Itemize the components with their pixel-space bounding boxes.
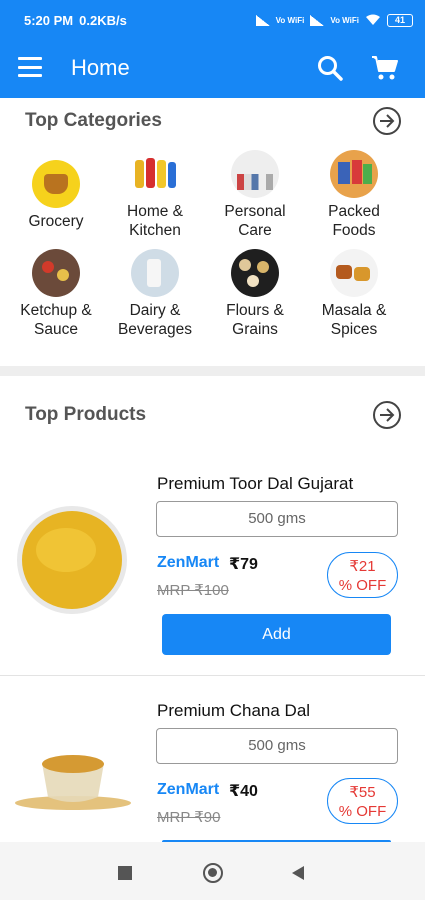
status-bar: 5:20 PM 0.2KB/s Vo WiFi Vo WiFi 41 [0, 0, 425, 40]
personal-care-image [231, 150, 279, 198]
chana-dal-image [15, 755, 131, 810]
status-icons: Vo WiFi Vo WiFi 41 [255, 13, 413, 27]
discount-badge: ₹21 % OFF [327, 552, 398, 598]
category-label: Ketchup & Sauce [20, 302, 92, 338]
packed-foods-image [330, 150, 378, 198]
add-to-cart-button[interactable]: Add [162, 614, 391, 655]
category-label: Dairy & Beverages [117, 302, 193, 338]
category-dairy-beverages[interactable]: Dairy & Beverages [105, 249, 205, 339]
product-mrp: MRP ₹90 [157, 809, 221, 826]
grocery-image [32, 160, 80, 208]
discount-badge: ₹55 % OFF [327, 778, 398, 824]
toor-dal-image [17, 506, 127, 614]
discount-amount: ₹55 [349, 784, 376, 801]
ketchup-sauce-image [32, 249, 80, 297]
category-label: Personal Care [224, 203, 286, 239]
top-products-more-button[interactable] [373, 401, 401, 429]
signal-icon-2 [310, 14, 325, 26]
cart-icon[interactable] [371, 55, 399, 81]
category-packed-foods[interactable]: Packed Foods [304, 150, 404, 240]
category-masala-spices[interactable]: Masala & Spices [304, 249, 404, 339]
product-brand: ZenMart [157, 781, 220, 798]
category-label: Masala & Spices [321, 302, 387, 338]
menu-icon[interactable] [18, 57, 42, 77]
top-products-title: Top Products [25, 404, 147, 425]
app-bar: Home [0, 40, 425, 98]
page-title: Home [71, 55, 130, 80]
dairy-beverages-image [131, 249, 179, 297]
home-icon[interactable] [203, 863, 223, 883]
masala-spices-image [330, 249, 378, 297]
battery-icon: 41 [387, 13, 413, 27]
variant-select[interactable]: 500 gms [156, 501, 398, 537]
arrow-right-icon [380, 408, 395, 422]
wifi-icon [366, 14, 380, 25]
category-label: Home & Kitchen [127, 203, 183, 239]
product-mrp: MRP ₹100 [157, 582, 229, 599]
variant-select[interactable]: 500 gms [156, 728, 398, 764]
category-personal-care[interactable]: Personal Care [205, 150, 305, 240]
category-label: Packed Foods [328, 203, 380, 239]
product-name: Premium Toor Dal Gujarat [157, 474, 354, 493]
category-ketchup-sauce[interactable]: Ketchup & Sauce [6, 249, 106, 339]
category-flours-grains[interactable]: Flours & Grains [205, 249, 305, 339]
product-brand: ZenMart [157, 554, 220, 571]
arrow-right-icon [380, 114, 395, 128]
product-name: Premium Chana Dal [157, 701, 311, 720]
category-label: Grocery [28, 213, 84, 230]
category-grocery[interactable]: Grocery [6, 160, 106, 231]
search-icon[interactable] [317, 55, 343, 81]
top-categories-title: Top Categories [25, 110, 162, 131]
signal-icon [255, 14, 270, 26]
discount-label: % OFF [338, 803, 387, 820]
volte-label-2: Vo WiFi [330, 15, 359, 25]
discount-amount: ₹21 [349, 558, 376, 575]
system-nav-bar [0, 842, 425, 900]
category-home-kitchen[interactable]: Home & Kitchen [105, 150, 205, 240]
product-price: ₹79 [229, 556, 258, 573]
status-time: 5:20 PM [24, 12, 74, 28]
volte-label-1: Vo WiFi [275, 15, 305, 25]
category-label: Flours & Grains [226, 302, 284, 338]
product-price: ₹40 [229, 783, 258, 800]
recents-icon[interactable] [118, 866, 132, 880]
back-icon[interactable] [292, 866, 304, 880]
product-separator [0, 675, 425, 676]
top-categories-more-button[interactable] [373, 107, 401, 135]
section-divider [0, 366, 425, 376]
discount-label: % OFF [338, 577, 387, 594]
status-network-speed: 0.2KB/s [79, 12, 127, 28]
flours-grains-image [231, 249, 279, 297]
home-kitchen-image [131, 150, 179, 198]
